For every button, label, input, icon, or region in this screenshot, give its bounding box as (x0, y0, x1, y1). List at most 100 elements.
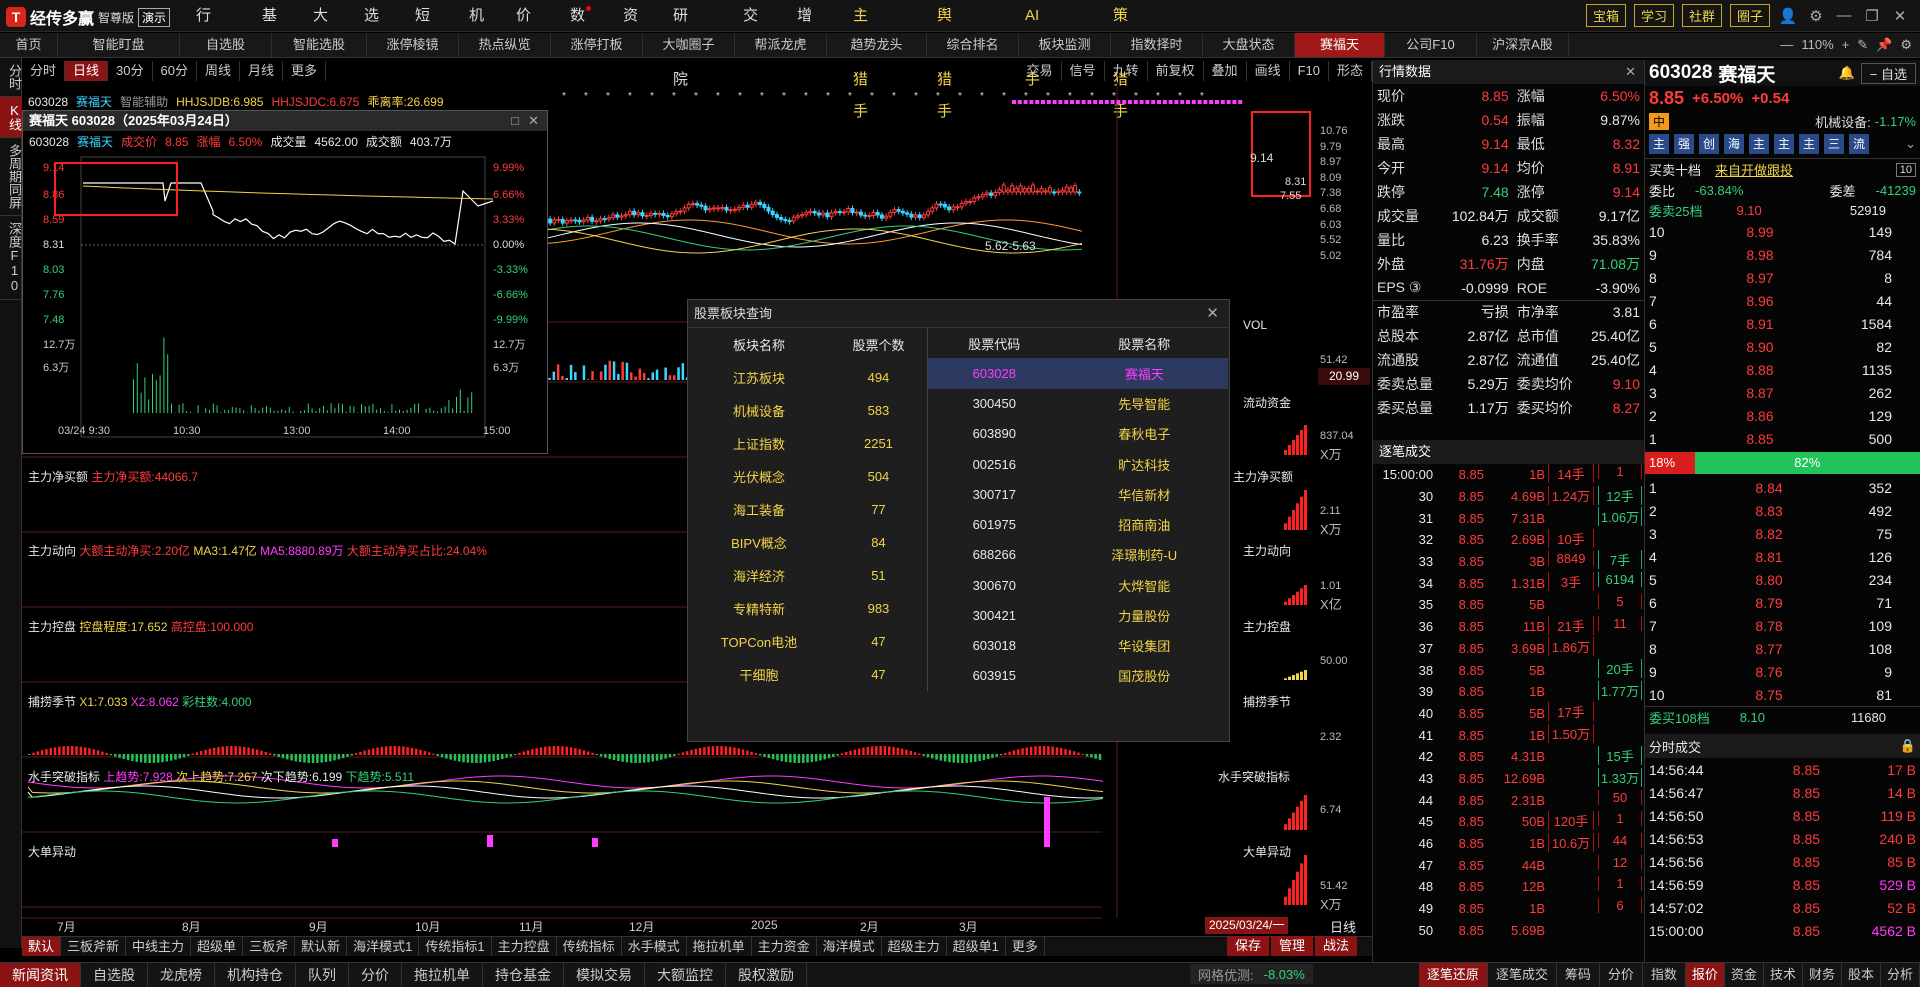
info-right-4[interactable]: 指数 (1643, 963, 1686, 987)
menu-6[interactable]: 价投 (516, 0, 531, 56)
vtab-1[interactable]: K线 (0, 97, 22, 138)
template-16[interactable]: 更多 (1006, 937, 1045, 956)
info-tab-10[interactable]: 股权激励 (726, 963, 807, 987)
close-icon[interactable]: ✕ (1890, 7, 1910, 25)
info-right-0[interactable]: 逐笔还原 (1418, 963, 1488, 987)
menu-0[interactable]: 行情 (196, 0, 211, 56)
expand-icon[interactable]: ⌄ (1905, 136, 1916, 152)
quote-close-icon[interactable]: ✕ (1625, 60, 1636, 84)
indicator-name[interactable]: 智能辅助 (120, 93, 168, 110)
template-8[interactable]: 主力控盘 (492, 937, 557, 956)
chart-tool-6[interactable]: F10 (1290, 61, 1329, 81)
stock-row[interactable]: 603890 春秋电子 (928, 419, 1228, 449)
book-level[interactable]: 9 8.76 9 (1645, 660, 1920, 683)
book-level[interactable]: 4 8.81 126 (1645, 545, 1920, 568)
info-tab-7[interactable]: 持仓基金 (483, 963, 564, 987)
chart-tool-5[interactable]: 画线 (1247, 61, 1290, 81)
tab-5[interactable]: 热点纵览 (459, 33, 551, 57)
top-btn-1[interactable]: 学习 (1633, 4, 1674, 27)
tag-6[interactable]: 主 (1799, 134, 1819, 154)
menu-9[interactable]: 研究院 (673, 0, 688, 88)
tab-3[interactable]: 智能选股 (272, 33, 367, 57)
book-level[interactable]: 9 8.98 784 (1645, 243, 1920, 266)
tag-8[interactable]: 流 (1849, 134, 1869, 154)
minimize-icon[interactable]: — (1834, 7, 1854, 24)
restore-icon[interactable]: ❐ (1862, 7, 1882, 25)
template-12[interactable]: 主力资金 (752, 937, 817, 956)
stock-row[interactable]: 603028 赛福天 (928, 358, 1228, 389)
stock-row[interactable]: 601975 招商南油 (928, 510, 1228, 540)
template-5[interactable]: 默认新 (295, 937, 348, 956)
info-far-5[interactable]: 分析 (1881, 963, 1920, 987)
menu-1[interactable]: 基金 (262, 0, 277, 56)
book-level[interactable]: 5 8.80 234 (1645, 568, 1920, 591)
menu-7[interactable]: 数据 (570, 0, 592, 56)
tab-10[interactable]: 综合排名 (927, 33, 1019, 57)
tag-5[interactable]: 主 (1774, 134, 1794, 154)
period-btn-0[interactable]: 分时 (22, 61, 66, 81)
tab-1[interactable]: 智能盯盘 (58, 33, 180, 57)
info-tab-2[interactable]: 龙虎榜 (148, 963, 215, 987)
tab-2[interactable]: 自选股 (180, 33, 272, 57)
tab-12[interactable]: 指数择时 (1111, 33, 1203, 57)
tab-6[interactable]: 涨停打板 (551, 33, 643, 57)
tab-13[interactable]: 大盘状态 (1203, 33, 1295, 57)
menu-8[interactable]: 资讯 (623, 0, 638, 56)
template-3[interactable]: 超级单 (191, 937, 244, 956)
vtab-0[interactable]: 分时 (0, 58, 22, 97)
period-btn-2[interactable]: 30分 (108, 61, 153, 81)
chart-tool-1[interactable]: 信号 (1062, 61, 1105, 81)
settings-icon[interactable]: ⚙ (1806, 7, 1826, 25)
period-btn-4[interactable]: 周线 (197, 61, 240, 81)
info-far-3[interactable]: 财务 (1803, 963, 1842, 987)
stock-row[interactable]: 688266 泽璟制药-U (928, 540, 1228, 570)
book-level[interactable]: 7 8.96 44 (1645, 289, 1920, 312)
book-level[interactable]: 2 8.83 492 (1645, 499, 1920, 522)
board-row[interactable]: 专精特新 983 (688, 592, 928, 625)
period-label[interactable]: 日线 (1330, 917, 1356, 936)
stock-row[interactable]: 603018 华设集团 (928, 631, 1228, 661)
vtab-3[interactable]: 深度F10 (0, 216, 22, 300)
vtab-2[interactable]: 多周期同屏 (0, 138, 22, 216)
board-row[interactable]: 海洋经济 51 (688, 559, 928, 592)
chart-tool-2[interactable]: 九转 (1105, 61, 1148, 81)
template-15[interactable]: 超级单1 (947, 937, 1006, 956)
zoom-in-icon[interactable]: + (1842, 33, 1850, 57)
sector-name[interactable]: 机械设备: (1815, 112, 1871, 131)
book-level[interactable]: 2 8.86 129 (1645, 404, 1920, 427)
template-6[interactable]: 海洋模式1 (347, 937, 420, 956)
info-tab-6[interactable]: 拖拉机单 (402, 963, 483, 987)
info-right-3[interactable]: 分价 (1600, 963, 1643, 987)
tab-16[interactable]: 沪深京A股 (1477, 33, 1569, 57)
menu-10[interactable]: 交易 (743, 0, 758, 56)
board-row[interactable]: BIPV概念 84 (688, 526, 928, 559)
info-tab-4[interactable]: 队列 (296, 963, 349, 987)
template-1[interactable]: 三板斧新 (61, 937, 127, 956)
template-11[interactable]: 拖拉机单 (687, 937, 752, 956)
book-level[interactable]: 10 8.99 149 (1645, 220, 1920, 243)
template-action-2[interactable]: 战法 (1315, 936, 1358, 956)
book-level[interactable]: 7 8.78 109 (1645, 614, 1920, 637)
board-query-dialog[interactable]: 股票板块查询 ✕ 板块名称 股票个数 江苏板块 494 机械设备 583 上证指数 2251 光… (687, 299, 1230, 742)
book-level[interactable]: 3 8.87 262 (1645, 381, 1920, 404)
watchlist-button[interactable]: − 自选 (1860, 62, 1916, 84)
book-level[interactable]: 10 8.75 81 (1645, 683, 1920, 706)
board-row[interactable]: 干细胞 47 (688, 658, 928, 691)
board-row[interactable]: TOPCon电池 47 (688, 625, 928, 658)
book-level[interactable]: 3 8.82 75 (1645, 522, 1920, 545)
info-far-0[interactable]: 报价 (1685, 963, 1725, 987)
pin-icon[interactable]: 📌 (1876, 33, 1892, 57)
top-btn-0[interactable]: 宝箱 (1585, 4, 1626, 27)
tab-15[interactable]: 公司F10 (1385, 33, 1477, 57)
menu-5[interactable]: 机构 (469, 0, 484, 56)
menu-2[interactable]: 大盘 (313, 0, 328, 56)
book-level[interactable]: 8 8.77 108 (1645, 637, 1920, 660)
board-row[interactable]: 光伏概念 504 (688, 460, 928, 493)
stock-row[interactable]: 603915 国茂股份 (928, 661, 1228, 691)
zoom-out-icon[interactable]: — (1780, 33, 1793, 57)
board-row[interactable]: 机械设备 583 (688, 394, 928, 427)
bell-icon[interactable]: 🔔 (1839, 65, 1855, 81)
menu-15[interactable]: 策略猎手 (1113, 0, 1128, 120)
stock-row[interactable]: 300421 力量股份 (928, 600, 1228, 630)
tag-2[interactable]: 创 (1699, 134, 1719, 154)
